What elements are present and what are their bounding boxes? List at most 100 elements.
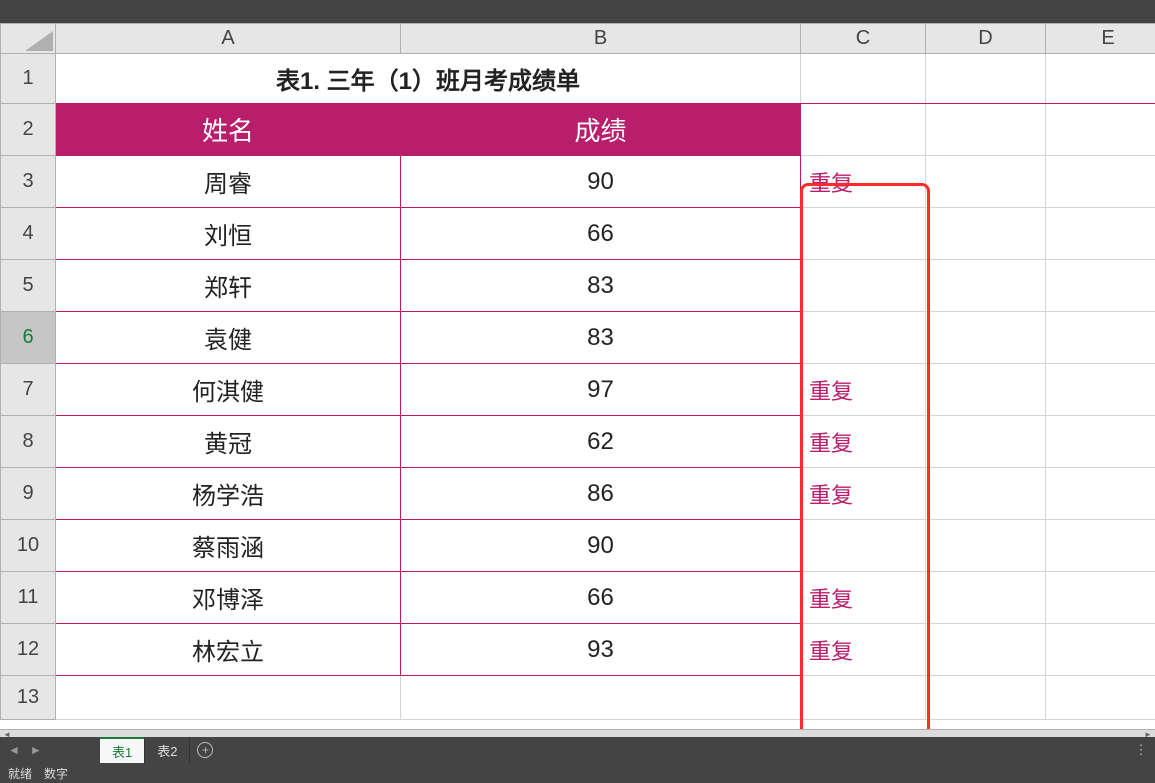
cell-A10[interactable]: 蔡雨涵 [56,520,401,572]
cell-E11[interactable] [1046,572,1155,624]
cell-C1[interactable] [801,54,926,104]
cell-B12[interactable]: 93 [401,624,801,676]
row-header-7[interactable]: 7 [1,364,56,416]
cell-B8[interactable]: 62 [401,416,801,468]
cell-B5[interactable]: 83 [401,260,801,312]
cell-C6[interactable] [801,312,926,364]
status-mode: 数字 [44,765,68,782]
sheet-tab-bar: ◄ ► 表1 表2 + ⋮ [0,737,1155,763]
cell-E2[interactable] [1046,104,1155,156]
cell-C2[interactable] [801,104,926,156]
select-all-corner[interactable] [1,24,56,54]
cell-C11[interactable]: 重复 [801,572,926,624]
cell-E12[interactable] [1046,624,1155,676]
row-header-2[interactable]: 2 [1,104,56,156]
cell-B10[interactable]: 90 [401,520,801,572]
cell-B3[interactable]: 90 [401,156,801,208]
cell-C8[interactable]: 重复 [801,416,926,468]
cell-E4[interactable] [1046,208,1155,260]
cell-A12[interactable]: 林宏立 [56,624,401,676]
cell-C10[interactable] [801,520,926,572]
cell-C4[interactable] [801,208,926,260]
cell-D5[interactable] [926,260,1046,312]
cell-A11[interactable]: 邓博泽 [56,572,401,624]
col-header-C[interactable]: C [801,24,926,54]
column-header-row: A B C D E [1,24,1155,54]
row-header-13[interactable]: 13 [1,676,56,720]
cell-A5[interactable]: 郑轩 [56,260,401,312]
cell-E8[interactable] [1046,416,1155,468]
row-header-4[interactable]: 4 [1,208,56,260]
cell-B11[interactable]: 66 [401,572,801,624]
cell-E7[interactable] [1046,364,1155,416]
cell-E13[interactable] [1046,676,1155,720]
col-header-A[interactable]: A [56,24,401,54]
cell-C12[interactable]: 重复 [801,624,926,676]
cell-C7[interactable]: 重复 [801,364,926,416]
cell-B2[interactable]: 成绩 [401,104,801,156]
cell-D7[interactable] [926,364,1046,416]
cell-B13[interactable] [401,676,801,720]
cell-A2[interactable]: 姓名 [56,104,401,156]
row-header-10[interactable]: 10 [1,520,56,572]
cell-A3[interactable]: 周睿 [56,156,401,208]
cell-C13[interactable] [801,676,926,720]
cell-title[interactable]: 表1. 三年（1）班月考成绩单 [56,54,801,104]
tabbar-spacer [220,737,1127,763]
cell-A4[interactable]: 刘恒 [56,208,401,260]
cell-E9[interactable] [1046,468,1155,520]
cell-E3[interactable] [1046,156,1155,208]
cell-A9[interactable]: 杨学浩 [56,468,401,520]
cell-A7[interactable]: 何淇健 [56,364,401,416]
cell-D4[interactable] [926,208,1046,260]
cell-B6[interactable]: 83 [401,312,801,364]
horizontal-scrollbar[interactable]: ◄ ► [0,729,1155,737]
cell-C9[interactable]: 重复 [801,468,926,520]
worksheet-grid[interactable]: A B C D E 1 表1. 三年（1）班月考成绩单 2 姓名 成绩 [0,23,1155,729]
grid-table: A B C D E 1 表1. 三年（1）班月考成绩单 2 姓名 成绩 [0,23,1155,720]
sheet-tab-1[interactable]: 表1 [100,737,145,763]
cell-D8[interactable] [926,416,1046,468]
cell-D2[interactable] [926,104,1046,156]
row-header-9[interactable]: 9 [1,468,56,520]
cell-E6[interactable] [1046,312,1155,364]
cell-E1[interactable] [1046,54,1155,104]
window-topbar [0,0,1155,23]
tab-first-icon[interactable]: ◄ [8,743,20,757]
cell-B4[interactable]: 66 [401,208,801,260]
row-header-6[interactable]: 6 [1,312,56,364]
sheet-tab-2[interactable]: 表2 [145,737,190,763]
add-sheet-button[interactable]: + [190,737,220,763]
status-ready: 就绪 [8,765,32,782]
cell-D13[interactable] [926,676,1046,720]
cell-D10[interactable] [926,520,1046,572]
cell-E10[interactable] [1046,520,1155,572]
cell-E5[interactable] [1046,260,1155,312]
cell-A8[interactable]: 黄冠 [56,416,401,468]
cell-D9[interactable] [926,468,1046,520]
cell-D6[interactable] [926,312,1046,364]
cell-D1[interactable] [926,54,1046,104]
cell-A6[interactable]: 袁健 [56,312,401,364]
grid-row-2: 2 姓名 成绩 [1,104,1155,156]
cell-D12[interactable] [926,624,1046,676]
cell-D11[interactable] [926,572,1046,624]
tabbar-menu-icon[interactable]: ⋮ [1127,737,1155,763]
row-header-11[interactable]: 11 [1,572,56,624]
tab-prev-icon[interactable]: ► [30,743,42,757]
cell-D3[interactable] [926,156,1046,208]
col-header-D[interactable]: D [926,24,1046,54]
spreadsheet-app: A B C D E 1 表1. 三年（1）班月考成绩单 2 姓名 成绩 [0,0,1155,783]
cell-B9[interactable]: 86 [401,468,801,520]
row-header-5[interactable]: 5 [1,260,56,312]
row-header-12[interactable]: 12 [1,624,56,676]
col-header-B[interactable]: B [401,24,801,54]
cell-B7[interactable]: 97 [401,364,801,416]
row-header-3[interactable]: 3 [1,156,56,208]
col-header-E[interactable]: E [1046,24,1155,54]
cell-A13[interactable] [56,676,401,720]
row-header-1[interactable]: 1 [1,54,56,104]
cell-C5[interactable] [801,260,926,312]
cell-C3[interactable]: 重复 [801,156,926,208]
row-header-8[interactable]: 8 [1,416,56,468]
